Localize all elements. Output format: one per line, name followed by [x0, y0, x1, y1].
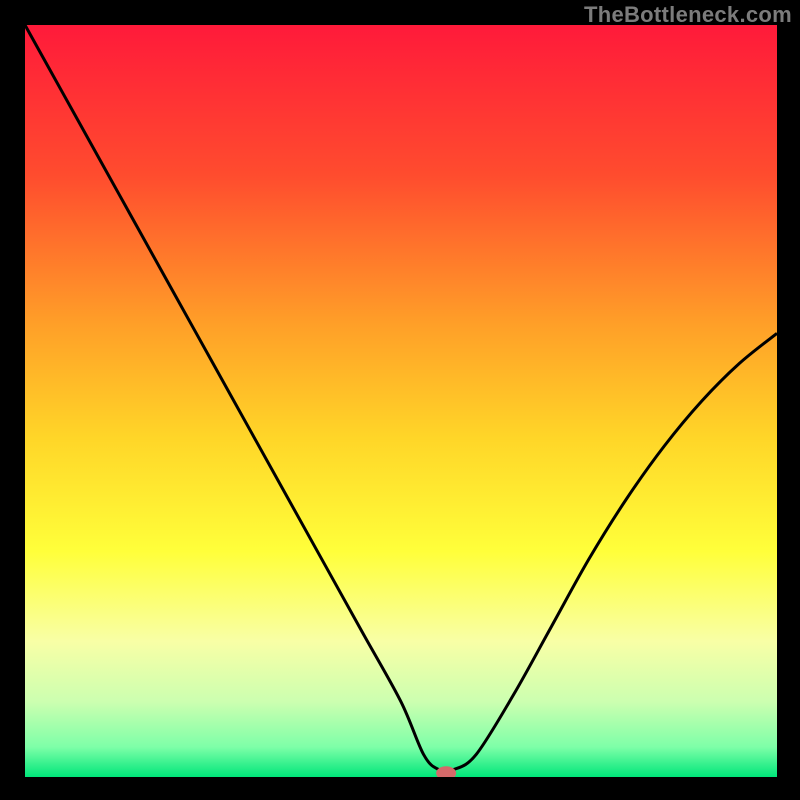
bottleneck-plot	[25, 25, 777, 777]
gradient-background	[25, 25, 777, 777]
chart-frame: TheBottleneck.com	[0, 0, 800, 800]
chart-svg	[25, 25, 777, 777]
watermark-text: TheBottleneck.com	[584, 2, 792, 28]
